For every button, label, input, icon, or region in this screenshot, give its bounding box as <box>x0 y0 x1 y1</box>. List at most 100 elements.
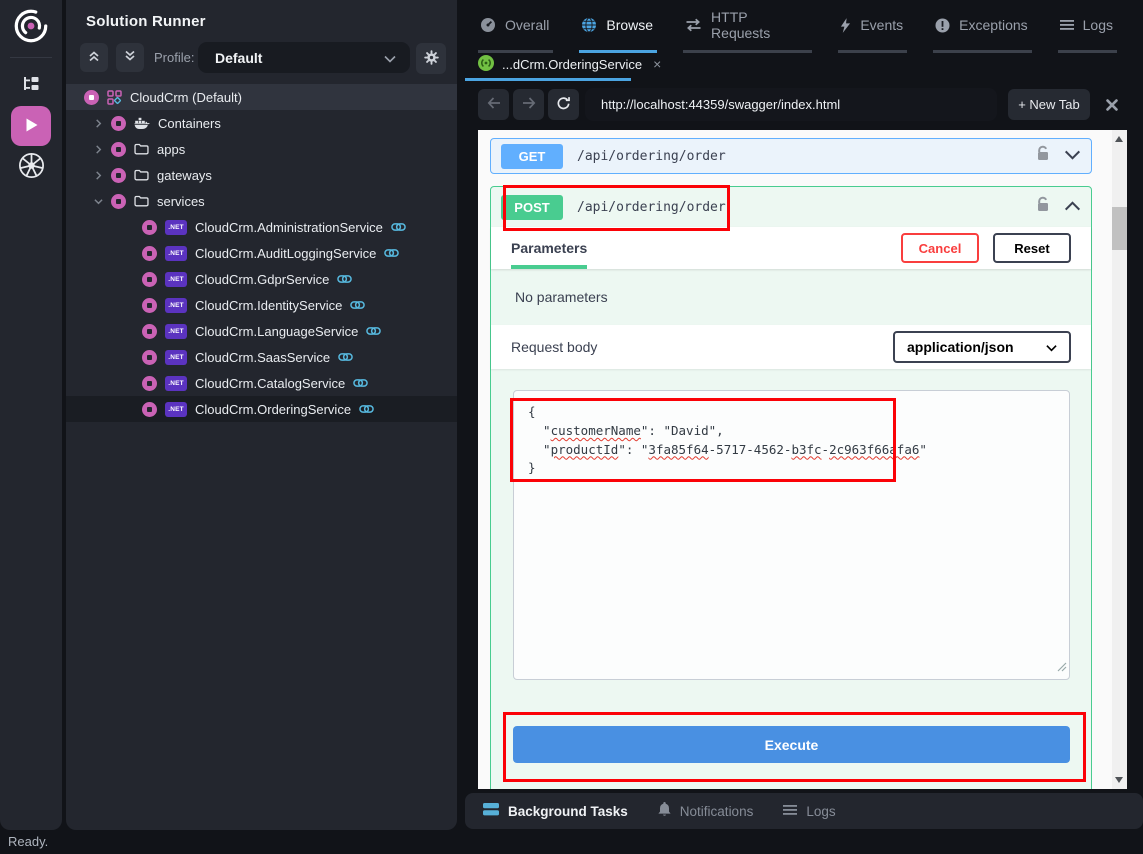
tree-item-service-selected[interactable]: .NET CloudCrm.OrderingService <box>66 396 457 422</box>
tree-item-label: gateways <box>157 168 212 183</box>
endpoint-path: /api/ordering/order <box>577 200 726 215</box>
status-donut-icon <box>111 168 126 183</box>
chevron-down-icon[interactable] <box>1064 147 1081 165</box>
tab-overall[interactable]: Overall <box>478 9 553 53</box>
bottom-item-label: Notifications <box>680 804 754 819</box>
request-body-editor[interactable]: { "customerName": "David", "productId": … <box>513 390 1070 680</box>
lightning-icon <box>840 18 851 33</box>
exclamation-icon <box>935 18 950 33</box>
status-donut-icon <box>142 376 157 391</box>
tab-label: Events <box>860 17 903 33</box>
request-body-code[interactable]: { "customerName": "David", "productId": … <box>514 391 1069 490</box>
new-tab-button[interactable]: + New Tab <box>1008 89 1090 120</box>
tree-item-containers[interactable]: Containers <box>66 110 457 136</box>
arrow-left-icon <box>487 97 501 112</box>
forward-button[interactable] <box>513 89 544 120</box>
scrollbar-thumb[interactable] <box>1112 207 1127 250</box>
status-donut-icon <box>142 324 157 339</box>
endpoint-get[interactable]: GET /api/ordering/order <box>490 138 1092 174</box>
tree-item-solution[interactable]: CloudCrm (Default) <box>66 84 457 110</box>
dotnet-badge: .NET <box>165 298 187 313</box>
bottom-item-label: Logs <box>806 804 835 819</box>
reset-button[interactable]: Reset <box>993 233 1071 263</box>
status-donut-icon <box>142 402 157 417</box>
browser-tab[interactable]: ...dCrm.OrderingService × <box>465 50 631 81</box>
scroll-up-arrow[interactable] <box>1115 136 1123 142</box>
endpoint-post-summary[interactable]: POST /api/ordering/order <box>491 187 1091 227</box>
back-button[interactable] <box>478 89 509 120</box>
tree-view-button[interactable] <box>14 70 48 100</box>
chevron-up-icon[interactable] <box>1064 198 1081 216</box>
tab-exceptions[interactable]: Exceptions <box>933 9 1031 53</box>
collapse-all-button[interactable] <box>80 43 108 72</box>
profile-label: Profile: <box>154 50 194 65</box>
tree-item-gateways[interactable]: gateways <box>66 162 457 188</box>
status-donut-icon <box>142 350 157 365</box>
gauge-icon <box>480 17 496 33</box>
dotnet-badge: .NET <box>165 272 187 287</box>
globe-icon <box>581 17 597 33</box>
expand-all-button[interactable] <box>116 43 144 72</box>
link-icon <box>353 378 368 388</box>
dotnet-badge: .NET <box>165 376 187 391</box>
status-donut-icon <box>84 90 99 105</box>
content-type-select[interactable]: application/json <box>893 331 1071 363</box>
bell-icon <box>658 802 671 820</box>
bottom-item-logs[interactable]: Logs <box>783 804 835 819</box>
run-button[interactable] <box>11 106 51 146</box>
dev-tools-icon[interactable] <box>1102 95 1122 115</box>
tab-logs[interactable]: Logs <box>1058 9 1117 53</box>
page-scrollbar[interactable] <box>1112 130 1127 789</box>
profile-value: Default <box>215 50 262 66</box>
refresh-icon <box>556 96 571 114</box>
status-donut-icon <box>111 142 126 157</box>
settings-button[interactable] <box>416 43 446 74</box>
method-badge-get: GET <box>501 144 563 169</box>
tree-item-service[interactable]: .NET CloudCrm.LanguageService <box>66 318 457 344</box>
tree-item-label: Containers <box>158 116 221 131</box>
chevron-down-icon <box>1046 339 1057 355</box>
unlocked-padlock-icon[interactable] <box>1036 145 1050 167</box>
tab-events[interactable]: Events <box>838 9 907 53</box>
close-tab-icon[interactable]: × <box>653 56 661 72</box>
service-favicon <box>478 55 494 74</box>
bottom-item-label: Background Tasks <box>508 804 628 819</box>
dotnet-badge: .NET <box>165 350 187 365</box>
kubernetes-button[interactable] <box>14 152 48 182</box>
bottom-item-notifications[interactable]: Notifications <box>658 802 754 820</box>
chevron-right-icon <box>94 171 103 180</box>
execute-button[interactable]: Execute <box>513 726 1070 763</box>
bottom-item-background-tasks[interactable]: Background Tasks <box>483 803 628 819</box>
endpoint-path: /api/ordering/order <box>577 149 726 164</box>
arrow-right-icon <box>522 97 536 112</box>
refresh-button[interactable] <box>548 89 579 120</box>
tree-item-service[interactable]: .NET CloudCrm.SaasService <box>66 344 457 370</box>
tree-item-label: CloudCrm.GdprService <box>195 272 329 287</box>
chevron-down-icon <box>384 50 396 66</box>
double-chevron-up-icon <box>88 50 100 65</box>
link-icon <box>337 274 352 284</box>
profile-select[interactable]: Default <box>198 42 410 73</box>
tree-item-service[interactable]: .NET CloudCrm.CatalogService <box>66 370 457 396</box>
tab-browse[interactable]: Browse <box>579 9 657 53</box>
tree-item-service[interactable]: .NET CloudCrm.GdprService <box>66 266 457 292</box>
dotnet-badge: .NET <box>165 246 187 261</box>
tree-item-services[interactable]: services <box>66 188 457 214</box>
tree-item-apps[interactable]: apps <box>66 136 457 162</box>
address-url: http://localhost:44359/swagger/index.htm… <box>601 97 840 112</box>
scroll-down-arrow[interactable] <box>1115 777 1123 783</box>
no-parameters-text: No parameters <box>491 269 1091 325</box>
tree-item-service[interactable]: .NET CloudCrm.AdministrationService <box>66 214 457 240</box>
chevron-right-icon <box>94 145 103 154</box>
unlocked-padlock-icon[interactable] <box>1036 196 1050 218</box>
tree-item-service[interactable]: .NET CloudCrm.AuditLoggingService <box>66 240 457 266</box>
status-donut-icon <box>142 298 157 313</box>
tab-http-requests[interactable]: HTTP Requests <box>683 9 812 53</box>
tasks-icon <box>483 803 499 819</box>
cancel-button[interactable]: Cancel <box>901 233 979 263</box>
tree-item-service[interactable]: .NET CloudCrm.IdentityService <box>66 292 457 318</box>
status-donut-icon <box>142 272 157 287</box>
resize-handle[interactable] <box>1057 659 1067 677</box>
activity-bar <box>0 0 62 830</box>
address-bar[interactable]: http://localhost:44359/swagger/index.htm… <box>585 88 997 121</box>
